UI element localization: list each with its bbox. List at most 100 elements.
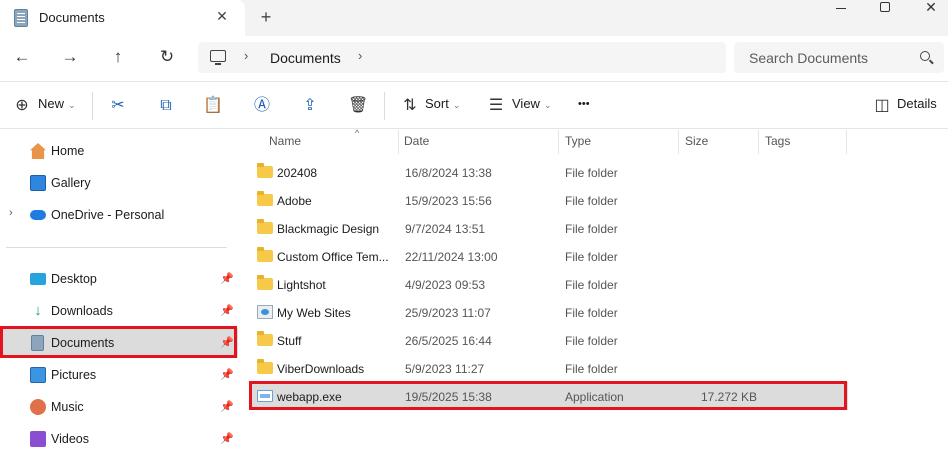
column-header-date[interactable]: Date (404, 134, 429, 156)
folder-icon (257, 163, 273, 178)
file-date: 22/11/2024 13:00 (405, 250, 498, 264)
file-type: File folder (565, 306, 618, 320)
pin-icon[interactable]: 📌 (220, 304, 234, 317)
sidebar-item-label: Videos (51, 432, 89, 446)
sidebar-item-music[interactable]: Music 📌 (0, 392, 238, 422)
address-bar[interactable]: › Documents › (198, 42, 726, 73)
command-bar: ⊕ New ⌄ ✂ ⧉ 📋 Ⓐ ⇪ 🗑 ⇅ Sort ⌄ ☰ View ⌄ ••• ◫… (0, 81, 948, 129)
details-pane-icon[interactable]: ◫ (872, 96, 892, 116)
divider (92, 92, 93, 120)
file-name: My Web Sites (277, 306, 351, 320)
sidebar-item-label: Pictures (51, 368, 97, 382)
file-name: 202408 (277, 166, 318, 180)
file-name: Adobe (277, 194, 312, 208)
search-input[interactable]: Search Documents (734, 42, 944, 73)
document-icon (31, 335, 44, 351)
back-button[interactable]: ← (10, 46, 34, 68)
sidebar-item-label: Desktop (51, 272, 97, 286)
cut-icon[interactable]: ✂ (108, 96, 128, 116)
gallery-icon (30, 175, 46, 191)
details-button[interactable]: Details (897, 96, 937, 116)
forward-button[interactable]: → (58, 46, 82, 68)
file-name: webapp.exe (277, 390, 342, 404)
close-tab-icon[interactable]: ✕ (214, 8, 230, 24)
list-item[interactable]: Adobe 15/9/2023 15:56 File folder (252, 186, 848, 214)
list-item[interactable]: Custom Office Tem... 22/11/2024 13:00 Fi… (252, 242, 848, 270)
pin-icon[interactable]: 📌 (220, 432, 234, 445)
new-icon[interactable]: ⊕ (12, 96, 32, 116)
sidebar-item-label: Downloads (51, 304, 113, 318)
refresh-button[interactable]: ↻ (155, 46, 179, 68)
new-button[interactable]: New ⌄ (38, 96, 76, 116)
file-list: Name ^ Date Type Size Tags 202408 16/8/20… (240, 128, 948, 458)
sort-button[interactable]: Sort ⌄ (425, 96, 460, 116)
copy-icon[interactable]: ⧉ (156, 96, 176, 116)
chevron-down-icon: ⌄ (68, 100, 76, 110)
navigation-pane: Home Gallery › OneDrive - Personal Deskt… (0, 130, 238, 458)
list-item[interactable]: 202408 16/8/2024 13:38 File folder (252, 158, 848, 186)
file-date: 25/9/2023 11:07 (405, 306, 491, 320)
column-header-name[interactable]: Name ^ (269, 128, 359, 156)
videos-icon (30, 431, 46, 447)
file-name: Custom Office Tem... (277, 250, 389, 264)
this-pc-icon[interactable] (210, 50, 226, 65)
column-divider[interactable] (678, 130, 679, 154)
pin-icon[interactable]: 📌 (220, 336, 234, 349)
column-header-tags[interactable]: Tags (765, 134, 790, 156)
column-divider[interactable] (558, 130, 559, 154)
list-item[interactable]: Lightshot 4/9/2023 09:53 File folder (252, 270, 848, 298)
download-icon: ↓ (34, 302, 42, 319)
sidebar-item-downloads[interactable]: ↓ Downloads 📌 (0, 296, 238, 326)
column-header-type[interactable]: Type (565, 134, 591, 156)
up-button[interactable]: ↑ (106, 46, 130, 68)
share-icon[interactable]: ⇪ (300, 96, 320, 116)
sort-ascending-icon: ^ (355, 128, 360, 138)
column-divider[interactable] (398, 130, 399, 154)
list-item[interactable]: ViberDownloads 5/9/2023 11:27 File folde… (252, 354, 848, 382)
search-icon[interactable] (920, 51, 930, 61)
paste-icon[interactable]: 📋 (203, 96, 223, 116)
delete-icon[interactable]: 🗑 (348, 96, 368, 116)
view-icon[interactable]: ☰ (486, 96, 506, 116)
file-date: 15/9/2023 15:56 (405, 194, 492, 208)
list-item[interactable]: Blackmagic Design 9/7/2024 13:51 File fo… (252, 214, 848, 242)
file-type: File folder (565, 278, 618, 292)
close-window-button[interactable]: ✕ (924, 0, 938, 14)
sidebar-item-pictures[interactable]: Pictures 📌 (0, 360, 238, 390)
file-date: 5/9/2023 11:27 (405, 362, 485, 376)
maximize-button[interactable] (880, 2, 890, 12)
list-item-selected[interactable]: webapp.exe 19/5/2025 15:38 Application 1… (252, 382, 848, 410)
rename-icon[interactable]: Ⓐ (252, 96, 272, 116)
breadcrumb-separator[interactable]: › (358, 48, 362, 63)
sidebar-item-documents[interactable]: Documents 📌 (0, 328, 238, 358)
sidebar-item-desktop[interactable]: Desktop 📌 (0, 264, 238, 294)
minimize-button[interactable] (836, 2, 848, 14)
new-tab-button[interactable]: + (258, 8, 274, 26)
pin-icon[interactable]: 📌 (220, 368, 234, 381)
breadcrumb-documents[interactable]: Documents (270, 50, 341, 66)
view-button[interactable]: View ⌄ (512, 96, 552, 116)
sort-icon[interactable]: ⇅ (400, 96, 420, 116)
column-header-size[interactable]: Size (685, 134, 708, 156)
pin-icon[interactable]: 📌 (220, 272, 234, 285)
pin-icon[interactable]: 📌 (220, 400, 234, 413)
chevron-right-icon[interactable]: › (9, 207, 13, 219)
file-date: 16/8/2024 13:38 (405, 166, 492, 180)
column-divider[interactable] (758, 130, 759, 154)
sidebar-item-onedrive[interactable]: › OneDrive - Personal (0, 200, 238, 230)
list-item[interactable]: Stuff 26/5/2025 16:44 File folder (252, 326, 848, 354)
home-icon (30, 143, 46, 159)
list-item[interactable]: My Web Sites 25/9/2023 11:07 File folder (252, 298, 848, 326)
title-bar: Documents ✕ + ✕ (0, 0, 948, 36)
folder-icon (257, 359, 273, 374)
sidebar-item-gallery[interactable]: Gallery (0, 168, 238, 198)
breadcrumb-separator[interactable]: › (244, 48, 248, 63)
file-name: Stuff (277, 334, 302, 348)
column-divider[interactable] (846, 130, 847, 154)
sidebar-item-home[interactable]: Home (0, 136, 238, 166)
more-options-button[interactable]: ••• (578, 98, 590, 118)
sidebar-item-videos[interactable]: Videos 📌 (0, 424, 238, 454)
sort-button-label: Sort (425, 96, 449, 111)
file-type: File folder (565, 194, 618, 208)
tab-documents[interactable]: Documents ✕ (0, 0, 245, 36)
